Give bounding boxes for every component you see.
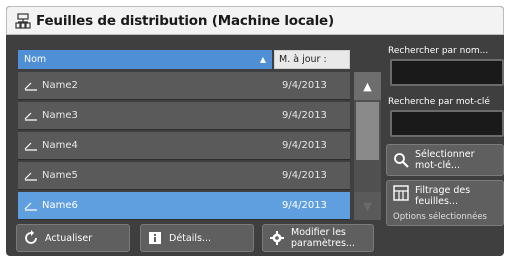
sheet-list: Name2 9/4/2013 Name3 9/4/2013 Name4 9/4/…: [18, 72, 350, 222]
table-row[interactable]: Name5 9/4/2013: [18, 162, 350, 190]
search-by-keyword-label: Recherche par mot-clé: [388, 97, 490, 107]
row-name: Name4: [42, 140, 78, 151]
magnifier-icon: [394, 153, 409, 168]
table-row[interactable]: Name2 9/4/2013: [18, 72, 350, 100]
row-date: 9/4/2013: [282, 170, 327, 181]
select-keyword-button[interactable]: Sélectionner mot-clé...: [386, 144, 504, 176]
row-name: Name3: [42, 110, 78, 121]
row-name: Name5: [42, 170, 78, 181]
sort-ascending-icon: ▲: [259, 55, 266, 64]
list-scrollbar[interactable]: ▲ ▼: [354, 72, 381, 220]
search-by-name-field[interactable]: [390, 59, 504, 86]
refresh-label: Actualiser: [45, 232, 93, 244]
table-row[interactable]: Name3 9/4/2013: [18, 102, 350, 130]
details-button[interactable]: Détails...: [140, 224, 254, 252]
filter-icon: [393, 185, 409, 201]
table-row[interactable]: Name4 9/4/2013: [18, 132, 350, 160]
modify-settings-label: Modifier les paramètres...: [291, 227, 355, 249]
row-name: Name6: [42, 200, 78, 211]
arrow-down-icon: ▼: [363, 199, 372, 213]
column-header-date[interactable]: M. à jour :: [274, 50, 350, 69]
modify-settings-button[interactable]: Modifier les paramètres...: [262, 224, 374, 252]
column-header-date-label: M. à jour :: [279, 54, 327, 65]
select-keyword-label: Sélectionner mot-clé...: [415, 149, 475, 171]
sheet-icon: [18, 201, 40, 211]
gear-icon: [270, 231, 284, 245]
column-header-name[interactable]: Nom ▲: [18, 50, 272, 69]
search-by-name-label: Rechercher par nom...: [388, 46, 489, 56]
row-date: 9/4/2013: [282, 110, 327, 121]
column-header-name-label: Nom: [24, 54, 47, 65]
refresh-icon: [25, 230, 37, 244]
arrow-up-icon: ▲: [363, 79, 372, 93]
filter-sheets-label: Filtrage des feuilles...: [415, 185, 471, 207]
scroll-down-button[interactable]: ▼: [354, 192, 381, 220]
distribution-sheets-panel: Feuilles de distribution (Machine locale…: [6, 6, 504, 256]
row-date: 9/4/2013: [282, 80, 327, 91]
scroll-up-button[interactable]: ▲: [354, 72, 381, 100]
row-date: 9/4/2013: [282, 200, 327, 211]
row-name: Name2: [42, 80, 78, 91]
details-icon: [149, 232, 161, 244]
sheet-icon: [18, 171, 40, 181]
scroll-thumb[interactable]: [356, 102, 379, 160]
sheet-icon: [18, 81, 40, 91]
refresh-button[interactable]: Actualiser: [16, 224, 130, 252]
sheet-icon: [18, 111, 40, 121]
details-label: Détails...: [169, 232, 211, 244]
distribution-sheet-icon: [15, 12, 31, 29]
window-title: Feuilles de distribution (Machine locale…: [36, 12, 334, 29]
title-bar: Feuilles de distribution (Machine locale…: [6, 6, 504, 35]
row-date: 9/4/2013: [282, 140, 327, 151]
search-by-keyword-field[interactable]: [390, 110, 504, 137]
options-selected-text: Options sélectionnées: [393, 212, 487, 222]
sheet-icon: [18, 141, 40, 151]
table-row-selected[interactable]: Name6 9/4/2013: [18, 192, 350, 220]
